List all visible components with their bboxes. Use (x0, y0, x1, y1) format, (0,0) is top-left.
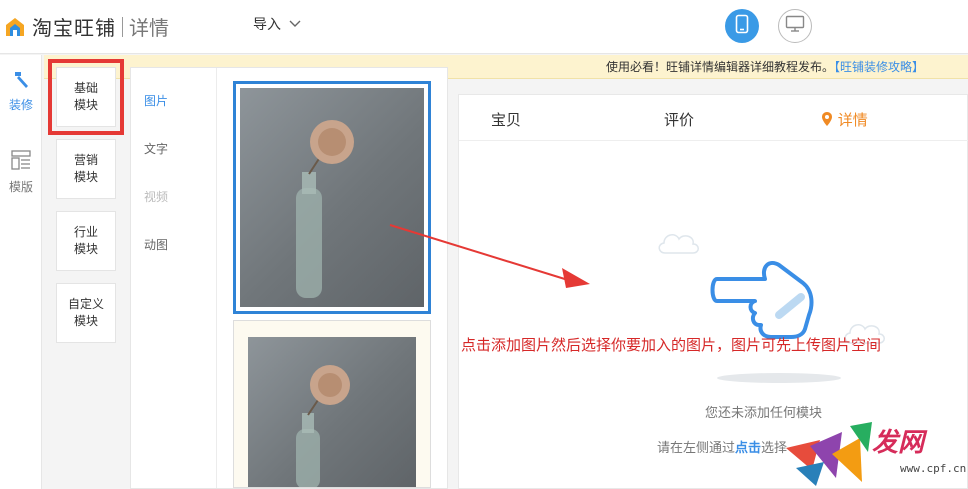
image-thumbnail[interactable] (233, 320, 431, 488)
tab-details[interactable]: 详情 (821, 109, 868, 130)
rail-item-template[interactable]: 模版 (0, 149, 42, 195)
notice-link[interactable]: 【旺铺装修攻略】 (834, 60, 924, 74)
tab-reviews[interactable]: 评价 (664, 109, 694, 130)
flower-bottle-image (240, 88, 424, 307)
import-dropdown[interactable]: 导入 (253, 14, 301, 34)
app-logo[interactable]: 淘宝旺铺 详情 (4, 12, 169, 41)
tab-image[interactable]: 图片 (144, 92, 168, 109)
empty-state-hint: 请在左侧通过点击选择 (657, 437, 787, 456)
preview-tab-bar: 宝贝 评价 详情 (459, 95, 968, 141)
module-custom-line2: 模块 (73, 314, 98, 328)
module-marketing-line2: 模块 (73, 170, 98, 184)
module-industry[interactable]: 行业 模块 (56, 211, 116, 271)
taobao-shop-logo-icon (4, 16, 26, 38)
rail-item-decorate[interactable]: 装修 (0, 69, 42, 113)
chevron-down-icon (289, 17, 301, 31)
module-industry-line1: 行业 (73, 225, 98, 239)
layout-template-icon (10, 150, 32, 174)
flower-bottle-image (248, 337, 416, 487)
tab-details-label: 详情 (837, 111, 868, 129)
asset-tab-list: 图片 文字 视频 动图 (131, 68, 217, 488)
rail-label-decorate: 装修 (8, 98, 33, 112)
logo-text: 淘宝旺铺 (32, 16, 116, 40)
rail-label-template: 模版 (8, 180, 33, 194)
watermark-url: www.cpf.cn (900, 462, 967, 475)
module-marketing[interactable]: 营销 模块 (56, 139, 116, 199)
logo-divider (122, 16, 123, 37)
hand-shadow (717, 373, 841, 383)
module-basic-line2: 模块 (73, 98, 98, 112)
module-category-list: 基础 模块 营销 模块 行业 模块 自定义 模块 (44, 59, 130, 489)
tab-item[interactable]: 宝贝 (491, 109, 521, 130)
left-rail: 装修 模版 (0, 55, 42, 489)
module-custom-line1: 自定义 (67, 297, 104, 311)
tab-text[interactable]: 文字 (144, 140, 168, 157)
module-industry-line2: 模块 (73, 242, 98, 256)
mobile-view-button[interactable] (725, 9, 759, 43)
module-custom[interactable]: 自定义 模块 (56, 283, 116, 343)
watermark-glyph: 发网 (872, 428, 925, 458)
location-pin-icon (821, 111, 838, 129)
desktop-view-button[interactable] (778, 9, 812, 43)
asset-panel: 图片 文字 视频 动图 (130, 67, 448, 489)
annotation-text: 点击添加图片然后选择你要加入的图片，图片可先上传图片空间 (461, 336, 882, 354)
tab-video[interactable]: 视频 (144, 188, 168, 205)
cloud-icon (655, 225, 701, 259)
monitor-icon (785, 15, 805, 37)
mobile-phone-icon (735, 14, 749, 38)
top-header: 淘宝旺铺 详情 导入 (0, 0, 968, 54)
notice-text: 使用必看！旺铺详情编辑器详细教程发布。 (605, 60, 834, 74)
tab-gif[interactable]: 动图 (144, 236, 168, 253)
module-basic-line1: 基础 (73, 81, 98, 95)
hint-prefix: 请在左侧通过 (657, 441, 736, 456)
module-marketing-line1: 营销 (73, 153, 98, 167)
hint-click: 点击 (735, 441, 762, 456)
module-basic[interactable]: 基础 模块 (48, 59, 124, 135)
image-thumbnail[interactable] (233, 81, 431, 314)
page-title: 详情 (129, 16, 169, 40)
hammer-icon (11, 72, 31, 92)
import-label: 导入 (253, 17, 281, 33)
